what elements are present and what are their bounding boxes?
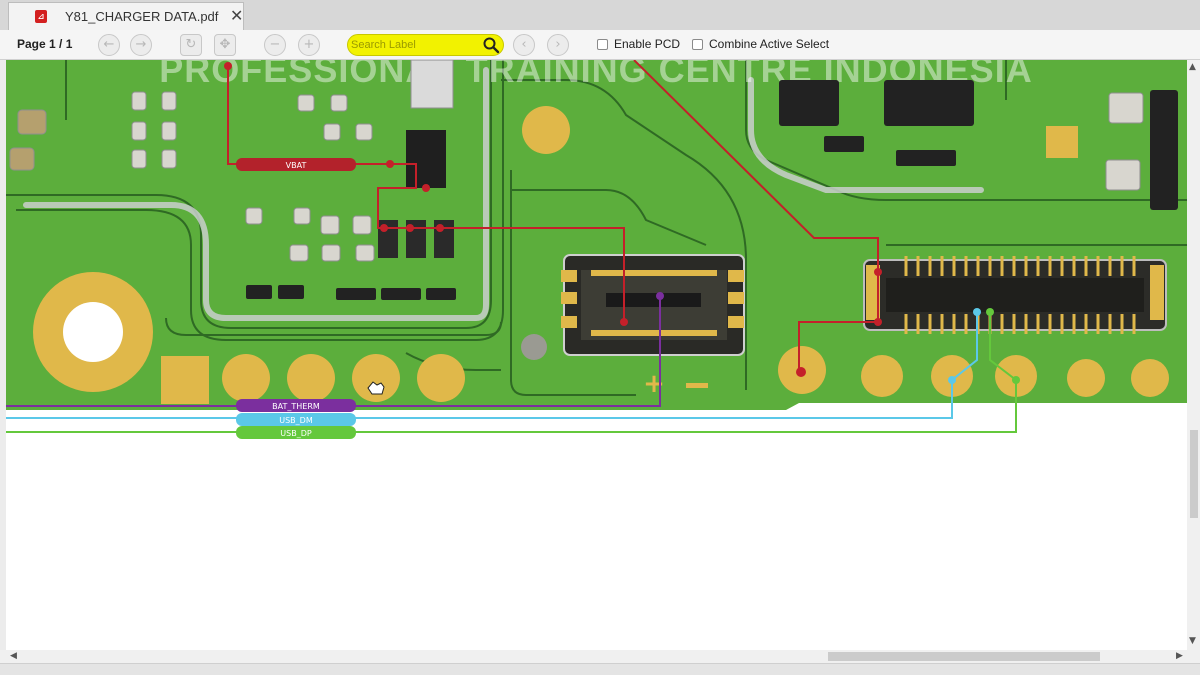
- board-to-board-connector: [863, 256, 1167, 334]
- battery-connector: [561, 254, 745, 356]
- vbat-net-label: VBAT: [236, 158, 356, 171]
- search-icon[interactable]: [482, 36, 500, 54]
- scroll-up-icon[interactable]: ▲: [1189, 62, 1196, 72]
- enable-pcd-label: Enable PCD: [614, 37, 681, 51]
- search-input[interactable]: [351, 37, 477, 53]
- enable-pcd-checkbox[interactable]: Enable PCD: [597, 37, 680, 51]
- zoom-in-icon[interactable]: +: [298, 34, 320, 56]
- svg-text:BAT_THERM: BAT_THERM: [272, 402, 320, 411]
- document-tab[interactable]: ⊿ Y81_CHARGER DATA.pdf ✕: [8, 2, 244, 30]
- search-box: [347, 34, 504, 56]
- polarity-minus-mark: [686, 383, 708, 388]
- zoom-out-icon[interactable]: −: [264, 34, 286, 56]
- combine-active-select-checkbox[interactable]: Combine Active Select: [692, 37, 829, 51]
- pdf-viewer[interactable]: PROFESSIONAL TRAINING CENTRE INDONESIA +…: [6, 60, 1187, 650]
- svg-text:USB_DP: USB_DP: [280, 429, 312, 438]
- pdf-icon: ⊿: [35, 10, 47, 23]
- square-pad: [161, 356, 209, 404]
- mounting-hole: [33, 272, 153, 392]
- checkbox-box[interactable]: [692, 38, 703, 50]
- toolbar: Page 1 / 1 ← → ↻ ✥ − + ‹ › Enable PCD Co…: [0, 30, 1200, 60]
- move-icon[interactable]: ✥: [214, 34, 236, 56]
- polarity-plus-mark: +: [643, 369, 665, 399]
- next-result-icon[interactable]: ›: [547, 34, 569, 56]
- page-indicator: Page 1 / 1: [17, 37, 73, 51]
- pcb-board-image: PROFESSIONAL TRAINING CENTRE INDONESIA +…: [6, 60, 1187, 439]
- rotate-icon[interactable]: ↻: [180, 34, 202, 56]
- document-tab-title: Y81_CHARGER DATA.pdf: [65, 9, 219, 24]
- forward-icon[interactable]: →: [130, 34, 152, 56]
- checkbox-box[interactable]: [597, 38, 608, 50]
- horizontal-scroll-thumb[interactable]: [828, 652, 1100, 661]
- close-icon[interactable]: ✕: [230, 6, 243, 25]
- back-icon[interactable]: ←: [98, 34, 120, 56]
- svg-text:VBAT: VBAT: [286, 161, 307, 170]
- horizontal-scrollbar[interactable]: ◀ ▶: [0, 650, 1200, 663]
- scroll-right-icon[interactable]: ▶: [1176, 651, 1183, 661]
- combine-active-select-label: Combine Active Select: [709, 37, 830, 51]
- previous-result-icon[interactable]: ‹: [513, 34, 535, 56]
- vertical-scrollbar[interactable]: ▲ ▼: [1187, 60, 1200, 650]
- status-bar: [0, 663, 1200, 675]
- scroll-down-icon[interactable]: ▼: [1189, 636, 1196, 646]
- svg-text:USB_DM: USB_DM: [279, 416, 313, 425]
- vertical-scroll-thumb[interactable]: [1190, 430, 1198, 518]
- tab-bar: ⊿ Y81_CHARGER DATA.pdf ✕: [0, 0, 1200, 30]
- scroll-left-icon[interactable]: ◀: [10, 651, 17, 661]
- via: [521, 334, 547, 360]
